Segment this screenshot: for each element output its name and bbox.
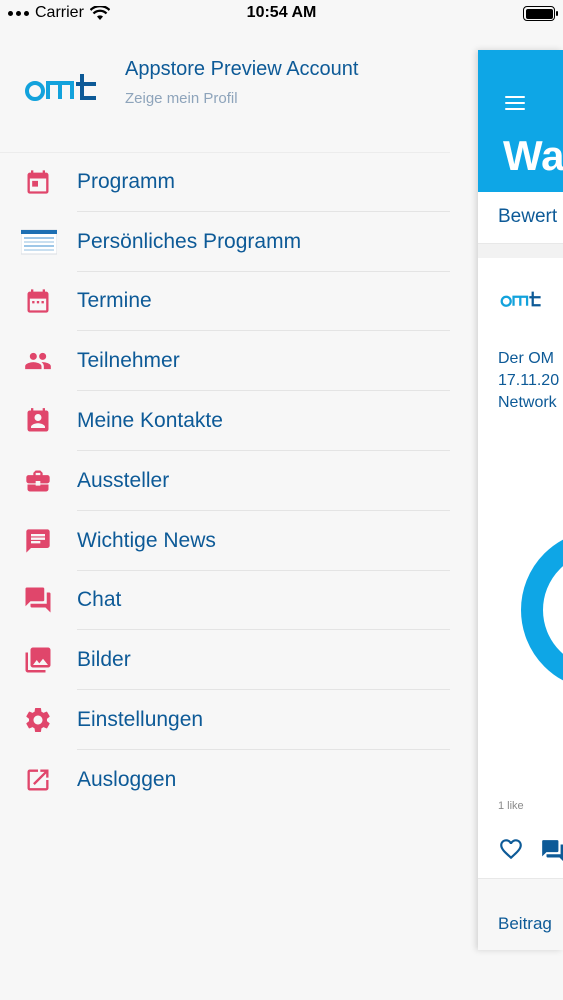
new-post-button[interactable]: Beitrag	[498, 914, 552, 934]
show-profile-link[interactable]: Zeige mein Profil	[125, 90, 238, 107]
menu-label: Chat	[77, 588, 122, 612]
news-message-icon	[22, 525, 54, 557]
menu-label: Termine	[77, 289, 152, 313]
clock: 10:54 AM	[246, 4, 317, 21]
post-text-line: Network	[498, 394, 557, 411]
menu-item-meine-kontakte[interactable]: Meine Kontakte	[0, 391, 450, 451]
side-menu: Programm Persönliches Programm Termine T…	[0, 152, 450, 810]
schedule-thumbnail-icon	[21, 226, 57, 258]
chat-bubbles-icon	[22, 584, 54, 616]
calendar-grid-icon	[22, 285, 54, 317]
heart-icon[interactable]	[498, 836, 524, 862]
comment-icon[interactable]	[538, 838, 563, 864]
calendar-icon	[22, 166, 54, 198]
post-text-line: Der OM	[498, 350, 554, 367]
menu-label: Bilder	[77, 648, 131, 672]
omt-logo	[500, 291, 541, 307]
status-bar: Carrier 10:54 AM	[0, 0, 563, 28]
contact-card-icon	[22, 405, 54, 437]
menu-label: Wichtige News	[77, 528, 216, 552]
panel-header: Wa	[478, 50, 563, 192]
menu-label: Meine Kontakte	[77, 409, 223, 433]
menu-item-bilder[interactable]: Bilder	[0, 630, 450, 690]
briefcase-icon	[22, 465, 54, 497]
gear-icon	[22, 704, 54, 736]
menu-item-ausloggen[interactable]: Ausloggen	[0, 750, 450, 810]
menu-label: Persönliches Programm	[77, 229, 302, 253]
post-card[interactable]: Der OM 17.11.20 Network 1 like	[478, 258, 563, 878]
menu-item-chat[interactable]: Chat	[0, 571, 450, 631]
menu-label: Aussteller	[77, 468, 170, 492]
panel-footer: Beitrag	[478, 878, 563, 950]
panel-tab-bar: Bewert	[478, 192, 563, 244]
battery-icon	[523, 6, 558, 21]
profile-header[interactable]: Appstore Preview Account Zeige mein Prof…	[24, 50, 454, 130]
menu-item-einstellungen[interactable]: Einstellungen	[0, 690, 450, 750]
post-image[interactable]	[521, 530, 563, 690]
post-text-line: 17.11.20	[498, 372, 560, 389]
menu-label: Ausloggen	[77, 767, 177, 791]
profile-name[interactable]: Appstore Preview Account	[125, 58, 358, 81]
menu-label: Programm	[77, 169, 176, 193]
images-icon	[22, 644, 54, 676]
main-content-panel[interactable]: Wa Bewert Der OM 17.11.20 Network 1 like…	[478, 50, 563, 950]
hamburger-menu-icon[interactable]	[505, 96, 525, 111]
menu-item-persoenliches-programm[interactable]: Persönliches Programm	[0, 212, 450, 272]
likes-count: 1 like	[498, 800, 524, 812]
omt-logo	[25, 74, 96, 101]
divider	[478, 244, 563, 258]
menu-item-termine[interactable]: Termine	[0, 272, 450, 332]
menu-label: Einstellungen	[77, 708, 204, 732]
page-title: Wa	[503, 132, 563, 179]
post-text: Der OM 17.11.20 Network	[498, 348, 559, 414]
menu-item-aussteller[interactable]: Aussteller	[0, 451, 450, 511]
external-link-icon	[22, 764, 54, 796]
menu-item-programm[interactable]: Programm	[0, 152, 450, 212]
tab-bewertung[interactable]: Bewert	[498, 206, 557, 228]
menu-item-wichtige-news[interactable]: Wichtige News	[0, 511, 450, 571]
people-icon	[22, 345, 54, 377]
menu-item-teilnehmer[interactable]: Teilnehmer	[0, 331, 450, 391]
menu-label: Teilnehmer	[77, 349, 180, 373]
